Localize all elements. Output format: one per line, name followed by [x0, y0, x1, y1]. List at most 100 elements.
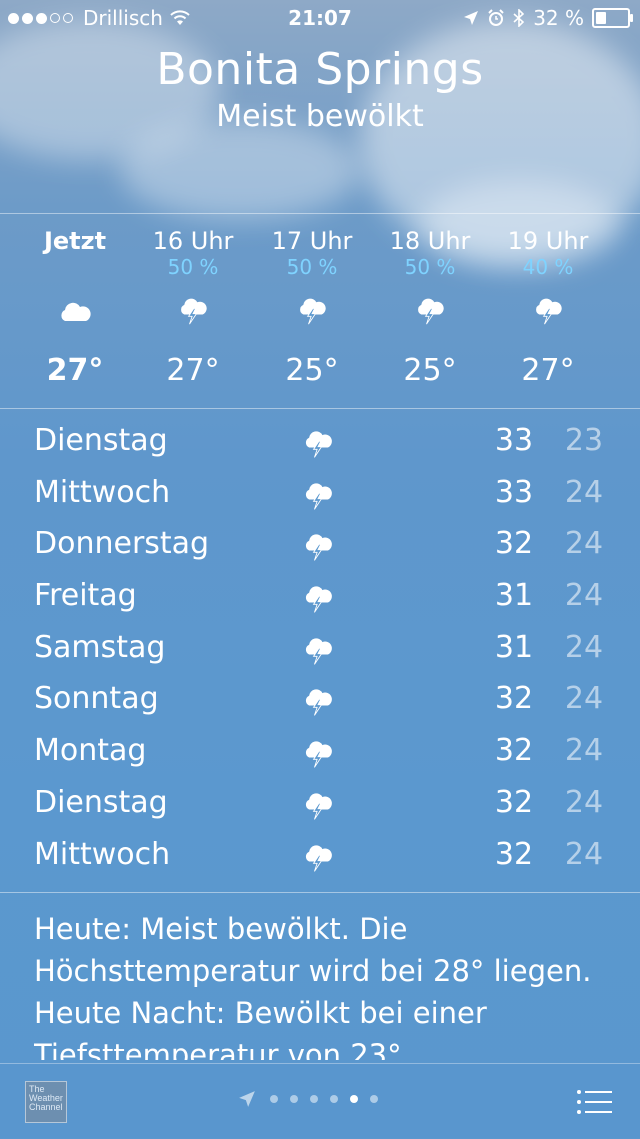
- hour-label: 16 Uhr: [152, 227, 234, 255]
- high-temp: 31: [494, 578, 534, 614]
- daily-row: Montag 32 24: [0, 727, 640, 779]
- hour-label: 19 Uhr: [507, 227, 589, 255]
- day-icon-wrap: [302, 584, 338, 616]
- hour-temp: 25°: [285, 353, 339, 388]
- low-temp: 24: [564, 733, 604, 769]
- page-dot[interactable]: [350, 1095, 358, 1103]
- day-name: Mittwoch: [34, 836, 171, 872]
- precip-chance: [15, 255, 135, 279]
- hour-temp: 27°: [46, 353, 104, 388]
- hourly-item: 19 Uhr 40 % 27°: [488, 215, 608, 388]
- low-temp: 24: [564, 836, 604, 872]
- precip-chance: 40 %: [522, 255, 574, 279]
- logo-text: The Weather Channel: [29, 1084, 63, 1112]
- hour-icon-wrap: [133, 285, 253, 337]
- low-temp: 23: [564, 423, 604, 458]
- battery-percent: 32 %: [533, 6, 584, 30]
- hourly-forecast[interactable]: Jetzt 27° 16 Uhr 50 % 27° 17 Uhr 50 % 25° 18 Uhr…: [0, 215, 640, 407]
- day-icon-wrap: [302, 687, 338, 719]
- daily-row: Dienstag 33 23: [0, 417, 640, 469]
- page-dot[interactable]: [270, 1095, 278, 1103]
- cloud-icon: [61, 302, 91, 321]
- day-name: Sonntag: [34, 681, 159, 717]
- hour-temp: 27°: [521, 353, 575, 388]
- day-icon-wrap: [302, 532, 338, 564]
- day-icon-wrap: [302, 429, 338, 461]
- thunderstorm-icon: [181, 298, 207, 325]
- low-temp: 24: [564, 784, 604, 820]
- low-temp: 24: [564, 629, 604, 665]
- thunderstorm-icon: [305, 483, 332, 510]
- day-name: Dienstag: [34, 423, 168, 458]
- status-bar: Drillisch 21:07 32 %: [0, 0, 640, 36]
- hour-label: 18 Uhr: [389, 227, 471, 255]
- divider: [0, 213, 640, 214]
- hourly-item: 17 Uhr 50 % 25°: [252, 215, 372, 388]
- low-temp: 24: [564, 474, 604, 510]
- hour-label: 17 Uhr: [271, 227, 353, 255]
- daily-forecast[interactable]: Dienstag 33 23 Mittwoch 33 24 Donnerstag 32 24 Fr…: [0, 417, 640, 882]
- thunderstorm-icon: [305, 431, 332, 458]
- list-icon[interactable]: [576, 1088, 612, 1116]
- location-arrow-icon: [239, 1091, 255, 1107]
- high-temp: 31: [494, 629, 534, 665]
- high-temp: 32: [494, 681, 534, 717]
- weather-channel-logo[interactable]: The Weather Channel: [25, 1081, 67, 1123]
- hour-label: 2: [606, 227, 640, 255]
- precip-chance: 50 %: [167, 255, 219, 279]
- day-name: Montag: [34, 733, 147, 769]
- city-name: Bonita Springs: [156, 44, 484, 95]
- day-icon-wrap: [302, 843, 338, 875]
- daily-row: Dienstag 32 24: [0, 779, 640, 831]
- thunderstorm-icon: [305, 689, 332, 717]
- hour-icon-wrap: [606, 285, 640, 337]
- bottom-toolbar: The Weather Channel: [0, 1063, 640, 1139]
- daily-row: Sonntag 32 24: [0, 675, 640, 727]
- thunderstorm-icon: [305, 534, 332, 561]
- day-name: Freitag: [34, 578, 137, 614]
- thunderstorm-icon: [305, 586, 332, 613]
- daily-row: Donnerstag 32 24: [0, 520, 640, 572]
- precip-chance: 50 %: [404, 255, 456, 279]
- day-icon-wrap: [302, 791, 338, 823]
- daily-row: Mittwoch 33 24: [0, 469, 640, 521]
- battery-icon: [592, 8, 633, 28]
- page-dot[interactable]: [370, 1095, 378, 1103]
- daily-row: Mittwoch 32 24: [0, 831, 640, 883]
- alarm-icon: [488, 9, 504, 26]
- precip-chance: [606, 255, 640, 279]
- thunderstorm-icon: [305, 793, 332, 820]
- page-indicator[interactable]: [238, 1090, 378, 1108]
- thunderstorm-icon: [300, 298, 326, 325]
- thunderstorm-icon: [305, 638, 332, 665]
- page-dot[interactable]: [330, 1095, 338, 1103]
- high-temp: 32: [494, 836, 534, 872]
- divider: [0, 408, 640, 409]
- hour-icon-wrap: [488, 285, 608, 337]
- day-name: Donnerstag: [34, 526, 210, 562]
- thunderstorm-icon: [418, 298, 444, 325]
- low-temp: 24: [564, 578, 604, 614]
- thunderstorm-icon: [536, 298, 562, 325]
- high-temp: 32: [494, 526, 534, 562]
- bluetooth-icon: [513, 9, 525, 27]
- high-temp: 32: [494, 784, 534, 820]
- thunderstorm-icon: [305, 844, 332, 872]
- low-temp: 24: [564, 526, 604, 562]
- high-temp: 33: [494, 474, 534, 510]
- hourly-item: 16 Uhr 50 % 27°: [133, 215, 253, 388]
- page-dot[interactable]: [310, 1095, 318, 1103]
- hourly-item: 18 Uhr 50 % 25°: [370, 215, 490, 388]
- day-icon-wrap: [302, 636, 338, 668]
- location-header: Bonita Springs Meist bewölkt: [0, 44, 640, 134]
- page-dot[interactable]: [290, 1095, 298, 1103]
- high-temp: 32: [494, 733, 534, 769]
- day-icon-wrap: [302, 739, 338, 771]
- hour-temp: 27°: [166, 353, 220, 388]
- day-name: Dienstag: [34, 784, 168, 820]
- current-condition: Meist bewölkt: [216, 99, 424, 134]
- day-name: Mittwoch: [34, 474, 171, 510]
- hour-label: Jetzt: [43, 227, 107, 255]
- precip-chance: 50 %: [286, 255, 338, 279]
- hour-icon-wrap: [252, 285, 372, 337]
